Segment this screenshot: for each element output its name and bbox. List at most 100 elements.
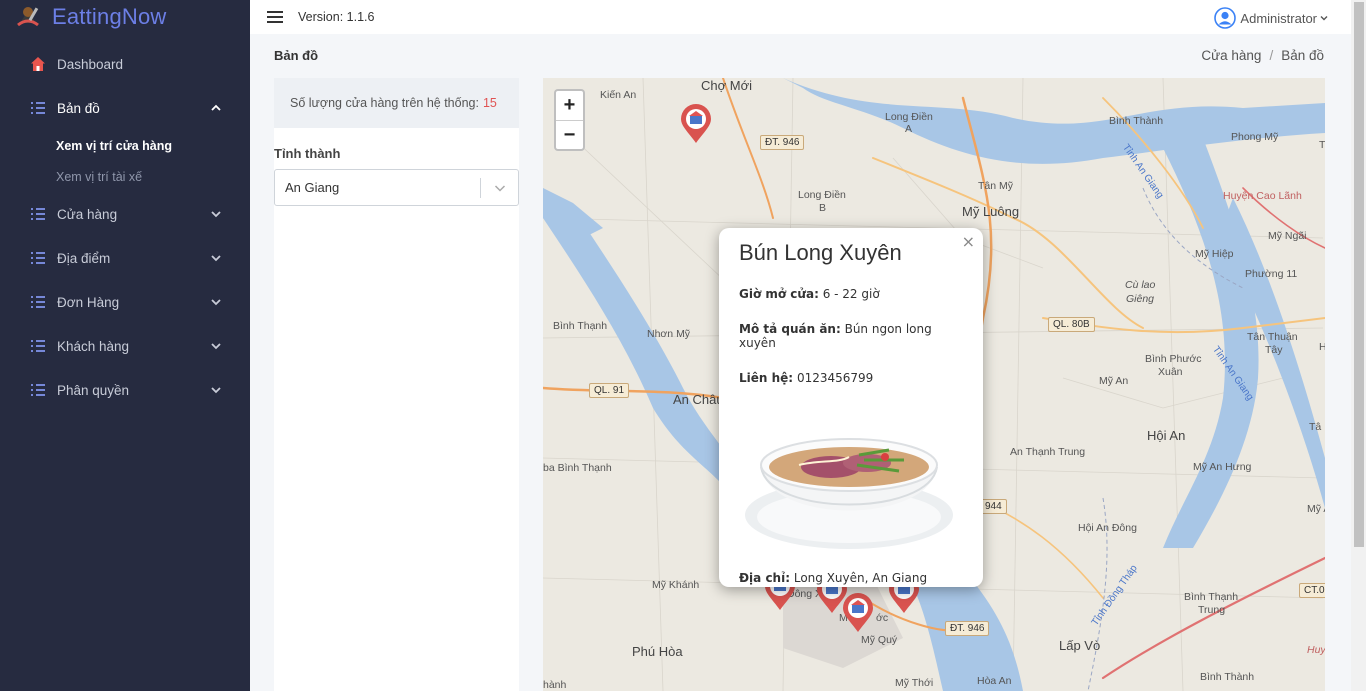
map-label: Phú Hòa [632, 644, 683, 659]
map-label: Bình Thành [1200, 671, 1255, 683]
map-label: Huyện Cao Lãnh [1223, 190, 1302, 202]
road-tag: QL. 80B [1048, 317, 1095, 332]
map-label: Mỹ An Hưng [1193, 461, 1252, 473]
chevron-down-icon[interactable] [494, 182, 506, 194]
zoom-out-button[interactable]: − [556, 120, 583, 149]
map-label: Bình Thạnh [1184, 591, 1239, 603]
breadcrumb: Cửa hàng / Bản đồ [1201, 48, 1324, 63]
store-marker-icon[interactable] [841, 593, 875, 633]
chef-logo-icon [17, 7, 39, 27]
map-label: Xuân [1158, 366, 1183, 378]
store-count-box: Số lượng cửa hàng trên hệ thống: 15 [274, 78, 519, 128]
store-count-label: Số lượng cửa hàng trên hệ thống: [290, 96, 479, 110]
list-icon [31, 296, 45, 308]
chevron-down-icon [211, 255, 221, 262]
road-tag: QL. 91 [589, 383, 630, 398]
province-label: Tỉnh thành [274, 146, 341, 161]
map-label: Mỹ Quý [861, 634, 898, 646]
sidebar-subitem-driver-locations[interactable]: Xem vị trí tài xế [56, 161, 250, 192]
map-label: ba Bình Thạnh [543, 462, 612, 474]
scrollbar-thumb[interactable] [1354, 2, 1364, 547]
pho-bowl-image [745, 438, 953, 549]
popup-hours-label: Giờ mở cửa: [739, 287, 819, 301]
brand[interactable]: EattingNow [0, 0, 250, 34]
popup-contact-value: 0123456799 [796, 371, 874, 385]
map-label: Tân Mỹ [978, 180, 1014, 192]
version-label: Version: 1.1.6 [298, 10, 375, 24]
map-zoom-control: + − [554, 89, 585, 151]
map-label: Mỹ Thới [895, 677, 934, 689]
map-label: Bình Phước [1145, 353, 1202, 365]
map-label: Kiến An [600, 89, 637, 101]
sidebar-item-permissions[interactable]: Phân quyền [0, 368, 250, 412]
map-label: An Thạnh Trung [1010, 446, 1086, 458]
sidebar-item-label: Bản đồ [57, 100, 100, 116]
popup-description-label: Mô tả quán ăn: [739, 322, 841, 336]
store-count-value: 15 [482, 96, 497, 110]
sidebar-subnav-map: Xem vị trí cửa hàng Xem vị trí tài xế [0, 130, 250, 192]
store-popup: × Bún Long Xuyên Giờ mở cửa: 6 - 22 giờ … [719, 228, 983, 587]
sidebar-item-label: Đơn Hàng [57, 294, 120, 310]
map-label: Phường 11 [1245, 268, 1298, 280]
breadcrumb-stores[interactable]: Cửa hàng [1201, 48, 1261, 63]
road-tag: ĐT. 946 [760, 135, 805, 150]
road-tag: 944 [980, 499, 1007, 514]
map-label: Nhơn Mỹ [647, 328, 691, 340]
filter-panel: Số lượng cửa hàng trên hệ thống: 15 Tỉnh… [274, 78, 519, 691]
sidebar-item-stores[interactable]: Cửa hàng [0, 192, 250, 236]
store-marker-icon[interactable] [679, 104, 713, 144]
home-icon [31, 57, 45, 71]
map-label: An Châu [673, 392, 724, 407]
map-label: Mỹ Ngãi [1268, 230, 1307, 242]
close-icon[interactable]: × [962, 232, 975, 251]
road-tag: ĐT. 946 [945, 621, 990, 636]
map-label: Lấp Vò [1059, 638, 1101, 653]
select-divider [480, 178, 481, 198]
sidebar-item-map[interactable]: Bản đồ [0, 86, 250, 130]
sidebar-item-locations[interactable]: Địa điểm [0, 236, 250, 280]
map-label: Hội An [1147, 428, 1186, 443]
sidebar-item-label: Phân quyền [57, 382, 130, 398]
map-label: T [1319, 139, 1325, 151]
map-label: Tây [1265, 344, 1283, 356]
map-label: Bình Thành [1109, 115, 1164, 127]
user-menu[interactable]: Administrator [1214, 7, 1329, 29]
map-label: Trung [1198, 604, 1226, 616]
map-label: Hội An Đông [1078, 522, 1137, 534]
sidebar-subitem-store-locations[interactable]: Xem vị trí cửa hàng [56, 130, 250, 161]
chevron-down-icon [211, 299, 221, 306]
sidebar-item-customers[interactable]: Khách hàng [0, 324, 250, 368]
map-label: Cù lao [1125, 279, 1156, 291]
map-label: Long Điền [885, 111, 933, 123]
road-tag: CT.01 [1299, 583, 1325, 598]
province-select-value: An Giang [285, 180, 340, 195]
map-label: Long Điền [798, 189, 846, 201]
chevron-up-icon [211, 104, 221, 111]
map-label: Mỹ Hiệp [1195, 248, 1234, 260]
popup-contact: Liên hệ: 0123456799 [739, 371, 963, 385]
hamburger-menu-icon[interactable] [267, 10, 283, 24]
sidebar-item-orders[interactable]: Đơn Hàng [0, 280, 250, 324]
map-label: Mỹ An [1099, 375, 1129, 387]
popup-contact-label: Liên hệ: [739, 371, 794, 385]
popup-hours: Giờ mở cửa: 6 - 22 giờ [739, 287, 963, 301]
store-map[interactable]: Chợ Mới Kiến An Long Điền A Bình Thành P… [543, 78, 1325, 691]
popup-address: Địa chỉ: Long Xuyên, An Giang [739, 571, 963, 585]
map-label: Huy [1307, 644, 1325, 656]
page-scrollbar[interactable] [1351, 0, 1366, 691]
province-select[interactable]: An Giang [274, 169, 519, 206]
breadcrumb-separator: / [1269, 48, 1274, 63]
list-icon [31, 340, 45, 352]
map-label: Mỹ Khánh [652, 579, 700, 591]
map-label: hành [543, 679, 567, 691]
chevron-down-icon [211, 343, 221, 350]
sidebar-item-label: Địa điểm [57, 250, 111, 266]
map-label: Mỹ Luông [962, 204, 1020, 219]
zoom-in-button[interactable]: + [556, 91, 583, 120]
map-label: H [1319, 341, 1325, 353]
map-label: Tân Thuận [1247, 331, 1298, 343]
list-icon [31, 102, 45, 114]
sidebar-item-dashboard[interactable]: Dashboard [0, 42, 250, 86]
popup-address-label: Địa chỉ: [739, 571, 791, 585]
popup-description: Mô tả quán ăn: Bún ngon long xuyên [739, 322, 963, 350]
